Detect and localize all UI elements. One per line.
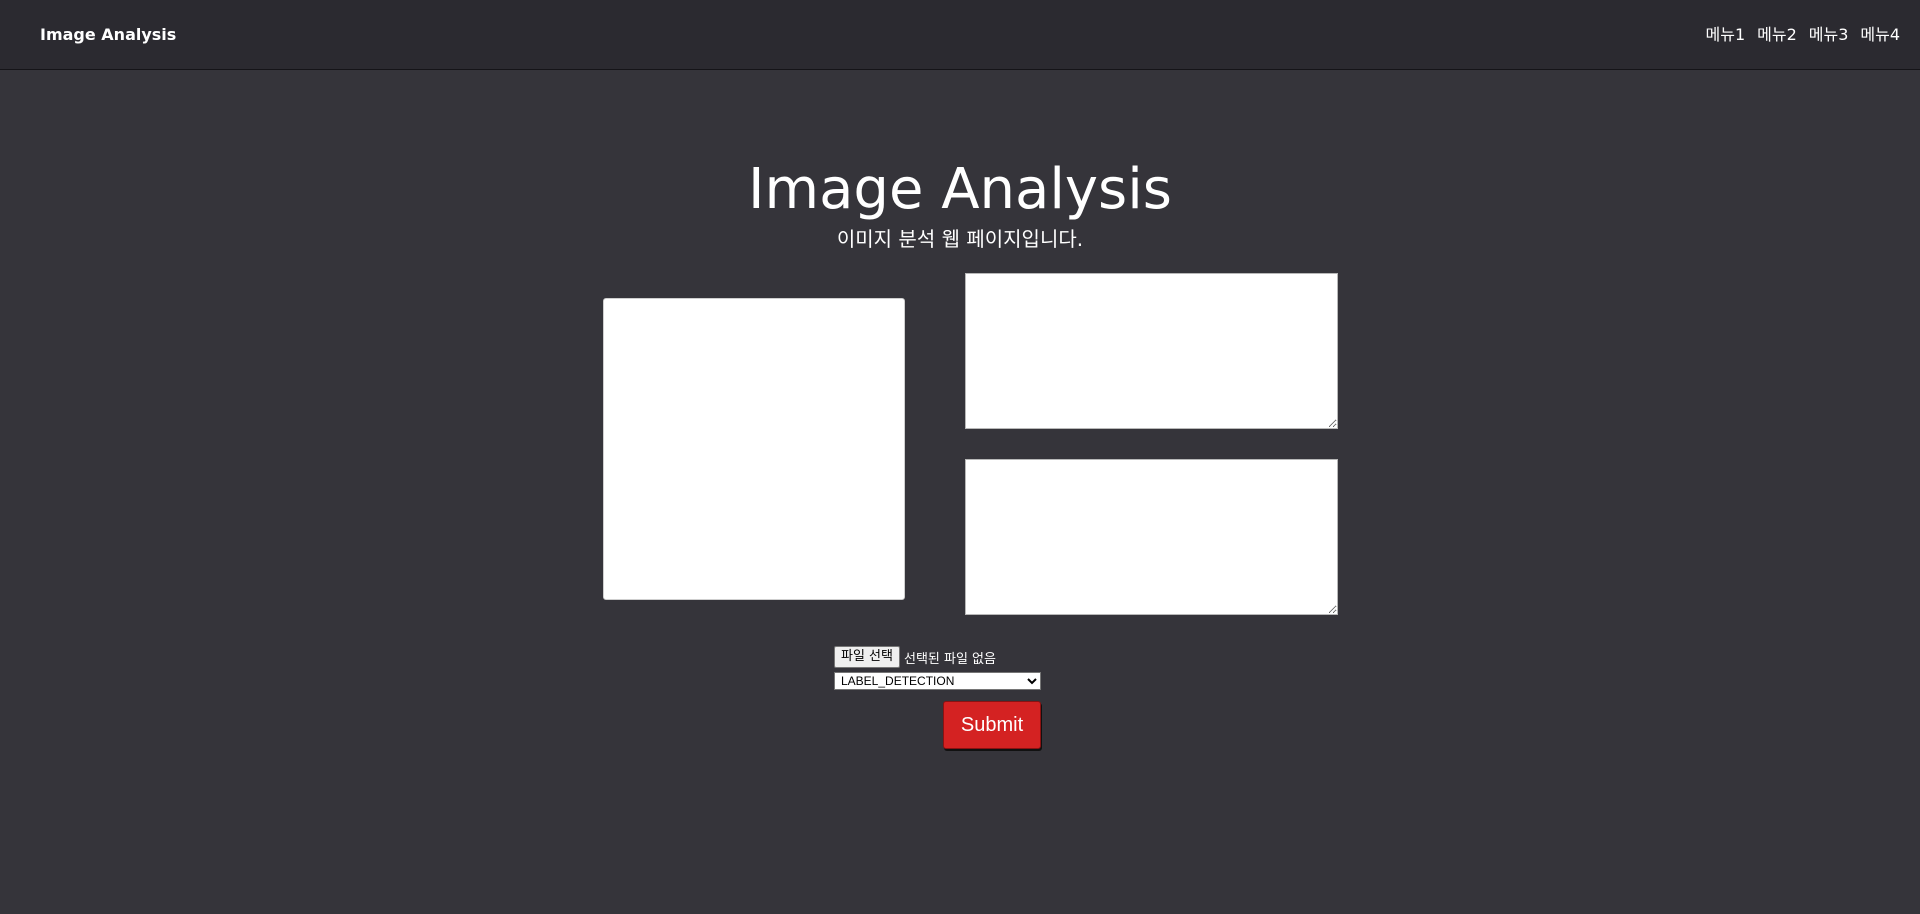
image-preview-box bbox=[603, 298, 905, 600]
nav-menu-item-3[interactable]: 메뉴3 bbox=[1809, 24, 1849, 46]
file-input: 파일 선택 선택된 파일 없음 bbox=[834, 646, 996, 668]
brand-link[interactable]: Image Analysis bbox=[40, 24, 176, 46]
nav-menu: 메뉴1 메뉴2 메뉴3 메뉴4 bbox=[1706, 24, 1901, 46]
submit-button[interactable]: Submit bbox=[943, 701, 1041, 749]
result-textarea-2[interactable] bbox=[965, 459, 1338, 615]
analysis-type-select[interactable]: LABEL_DETECTION bbox=[834, 672, 1041, 690]
top-navbar: Image Analysis 메뉴1 메뉴2 메뉴3 메뉴4 bbox=[0, 0, 1920, 70]
nav-menu-item-4[interactable]: 메뉴4 bbox=[1860, 24, 1900, 46]
nav-menu-item-1[interactable]: 메뉴1 bbox=[1706, 24, 1746, 46]
page-title: Image Analysis bbox=[748, 157, 1172, 222]
page-subtitle: 이미지 분석 웹 페이지입니다. bbox=[836, 227, 1084, 251]
choose-file-button[interactable]: 파일 선택 bbox=[834, 646, 900, 668]
file-status-text: 선택된 파일 없음 bbox=[903, 651, 996, 667]
result-textarea-1[interactable] bbox=[965, 273, 1338, 429]
nav-menu-item-2[interactable]: 메뉴2 bbox=[1757, 24, 1797, 46]
